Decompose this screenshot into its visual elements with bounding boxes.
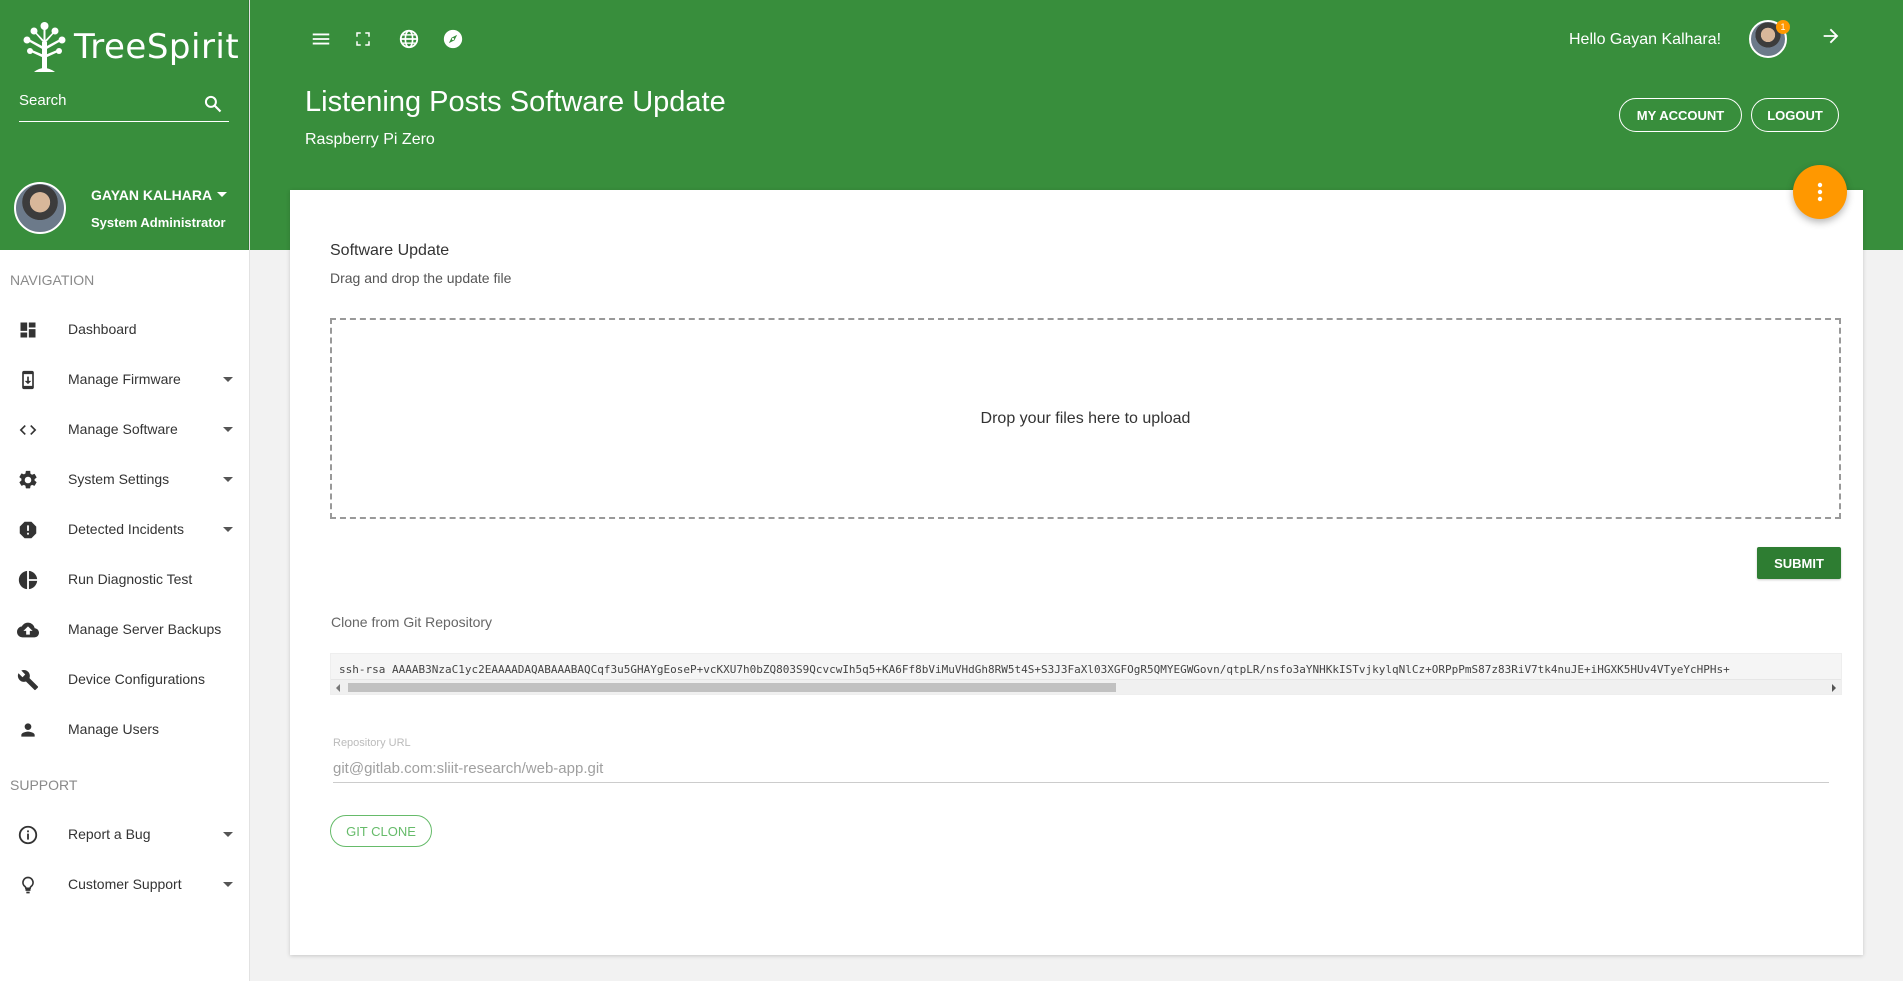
- sidebar-search: [19, 88, 229, 122]
- header-toolbar: [310, 28, 486, 50]
- ssh-key-text: ssh-rsa AAAAB3NzaC1yc2EAAAADAQABAAABAQCq…: [339, 663, 1730, 676]
- person-icon: [17, 719, 39, 741]
- chevron-down-icon: [223, 427, 233, 432]
- user-profile: GAYAN KALHARA System Administrator: [14, 182, 228, 234]
- menu-icon[interactable]: [310, 28, 354, 50]
- greeting-text: Hello Gayan Kalhara!: [1569, 31, 1722, 48]
- nav-item-customer-support[interactable]: Customer Support: [0, 864, 249, 904]
- nav-item-manage-users[interactable]: Manage Users: [0, 709, 249, 749]
- brand-name: TreeSpirit: [74, 27, 240, 67]
- nav-item-manage-server-backups[interactable]: Manage Server Backups: [0, 609, 249, 649]
- nav-item-label: Manage Users: [68, 721, 160, 737]
- chevron-down-icon: [223, 832, 233, 837]
- git-section-title: Clone from Git Repository: [331, 614, 493, 630]
- nav-item-manage-software[interactable]: Manage Software: [0, 409, 249, 449]
- search-input[interactable]: [19, 88, 189, 113]
- nav-item-label: Device Configurations: [68, 671, 205, 687]
- scroll-right-icon[interactable]: [1832, 684, 1836, 692]
- section-title: Software Update: [330, 242, 450, 259]
- brand-logo[interactable]: TreeSpirit: [20, 20, 239, 74]
- git-clone-button[interactable]: GIT CLONE: [330, 815, 432, 847]
- search-icon[interactable]: [203, 94, 223, 119]
- submit-button[interactable]: SUBMIT: [1757, 547, 1841, 579]
- horizontal-scrollbar[interactable]: [331, 679, 1841, 694]
- nav-item-label: Customer Support: [68, 876, 182, 892]
- alert-icon: [17, 519, 39, 541]
- logout-button[interactable]: LOGOUT: [1751, 98, 1839, 132]
- code-icon: [17, 419, 39, 441]
- more-vert-icon: [1817, 182, 1823, 202]
- dropzone-text: Drop your files here to upload: [980, 409, 1191, 427]
- nav-section-title: SUPPORT: [10, 777, 78, 793]
- nav-item-label: Report a Bug: [68, 826, 151, 842]
- more-actions-fab[interactable]: [1793, 165, 1847, 219]
- cloud-upload-icon: [17, 619, 39, 641]
- avatar[interactable]: [14, 182, 66, 234]
- compass-icon[interactable]: [442, 28, 486, 50]
- ssh-key-box[interactable]: ssh-rsa AAAAB3NzaC1yc2EAAAADAQABAAABAQCq…: [330, 653, 1842, 695]
- nav-item-label: Manage Firmware: [68, 371, 181, 387]
- globe-icon[interactable]: [398, 28, 442, 50]
- nav-item-label: Run Diagnostic Test: [68, 571, 193, 587]
- pie-chart-icon: [17, 569, 39, 591]
- wrench-icon: [17, 669, 39, 691]
- sidebar-header: TreeSpirit GAYAN KALHARA System Administ…: [0, 0, 249, 250]
- nav-item-manage-firmware[interactable]: Manage Firmware: [0, 359, 249, 399]
- nav-item-system-settings[interactable]: System Settings: [0, 459, 249, 499]
- repo-url-label: Repository URL: [333, 737, 411, 749]
- nav-item-detected-incidents[interactable]: Detected Incidents: [0, 509, 249, 549]
- dashboard-icon: [17, 319, 39, 341]
- info-icon: [17, 824, 39, 846]
- chevron-down-icon: [223, 527, 233, 532]
- nav-item-dashboard[interactable]: Dashboard: [0, 309, 249, 349]
- chevron-down-icon: [223, 882, 233, 887]
- gear-icon: [17, 469, 39, 491]
- file-dropzone[interactable]: Drop your files here to upload: [330, 318, 1841, 519]
- nav-item-device-configurations[interactable]: Device Configurations: [0, 659, 249, 699]
- repo-url-input[interactable]: [333, 755, 1829, 783]
- arrow-right-icon[interactable]: [1820, 25, 1842, 52]
- nav-item-label: Dashboard: [68, 321, 137, 337]
- firmware-download-icon: [17, 369, 39, 391]
- page-subtitle: Raspberry Pi Zero: [305, 131, 435, 148]
- nav-item-label: Manage Software: [68, 421, 178, 437]
- user-menu-toggle[interactable]: GAYAN KALHARA: [91, 186, 228, 203]
- fullscreen-icon[interactable]: [354, 28, 398, 50]
- chevron-down-icon: [223, 477, 233, 482]
- tree-icon: [23, 22, 66, 72]
- nav-item-label: Detected Incidents: [68, 521, 184, 537]
- section-description: Drag and drop the update file: [330, 270, 512, 286]
- software-update-card: Software Update Drag and drop the update…: [290, 190, 1863, 955]
- chevron-down-icon: [217, 192, 228, 197]
- nav-item-label: System Settings: [68, 471, 170, 487]
- nav-item-label: Manage Server Backups: [68, 621, 222, 637]
- notification-badge: 1: [1776, 20, 1790, 34]
- my-account-button[interactable]: MY ACCOUNT: [1619, 98, 1742, 132]
- user-role: System Administrator: [91, 214, 226, 230]
- chevron-down-icon: [223, 377, 233, 382]
- scrollbar-thumb[interactable]: [348, 683, 1116, 692]
- nav-item-report-a-bug[interactable]: Report a Bug: [0, 814, 249, 854]
- sidebar: TreeSpirit GAYAN KALHARA System Administ…: [0, 0, 250, 981]
- nav-section-title: NAVIGATION: [10, 272, 95, 288]
- scroll-left-icon[interactable]: [336, 684, 340, 692]
- user-name: GAYAN KALHARA: [91, 186, 213, 203]
- nav-item-run-diagnostic-test[interactable]: Run Diagnostic Test: [0, 559, 249, 599]
- lightbulb-icon: [17, 874, 39, 896]
- page-title: Listening Posts Software Update: [305, 86, 726, 118]
